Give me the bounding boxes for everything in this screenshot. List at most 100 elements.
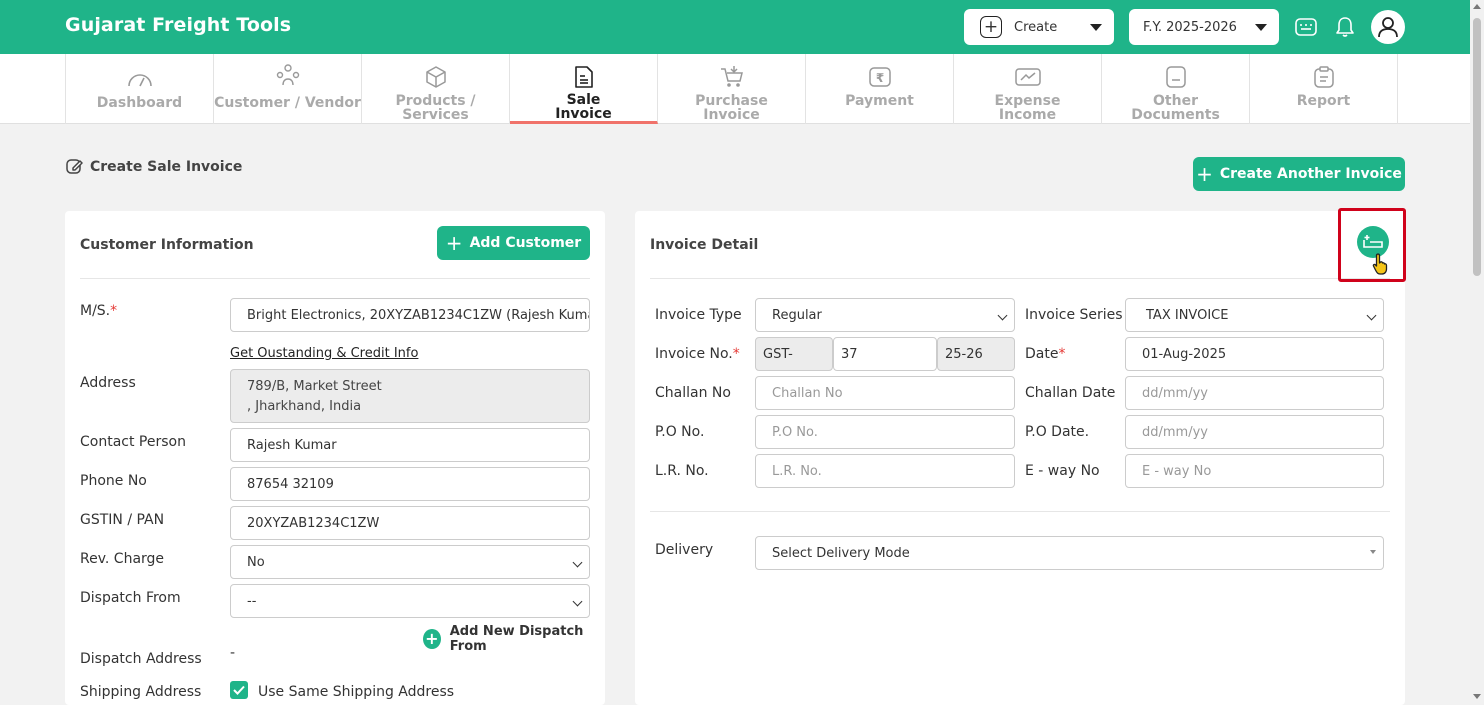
scroll-up-arrow[interactable]: [1473, 4, 1481, 9]
phone-label: Phone No: [80, 473, 147, 489]
user-avatar[interactable]: [1371, 10, 1405, 44]
dispatch-address-label: Dispatch Address: [80, 651, 202, 667]
customer-card-title: Customer Information: [80, 237, 254, 253]
caret-down-icon: [1090, 24, 1102, 31]
invoice-series-select[interactable]: TAX INVOICE: [1125, 298, 1384, 332]
nav-customer-vendor[interactable]: Customer / Vendor: [214, 54, 362, 124]
rev-charge-select[interactable]: No: [230, 545, 590, 579]
po-date-input[interactable]: dd/mm/yy: [1125, 415, 1384, 449]
delivery-label: Delivery: [655, 542, 714, 558]
same-shipping-label[interactable]: Use Same Shipping Address: [258, 684, 454, 700]
create-another-invoice-button[interactable]: + Create Another Invoice: [1193, 157, 1405, 191]
nav-label: Expense Income: [994, 93, 1061, 123]
date-input[interactable]: 01-Aug-2025: [1125, 337, 1384, 371]
invoice-icon: [573, 64, 595, 89]
nav-label: Dashboard: [96, 95, 183, 111]
invoice-type-label: Invoice Type: [655, 307, 742, 323]
page-scrollbar[interactable]: [1470, 0, 1484, 705]
scrollbar-thumb[interactable]: [1473, 18, 1481, 276]
card-divider: [650, 278, 1390, 279]
invoice-no-input[interactable]: 37: [833, 337, 937, 371]
create-dropdown[interactable]: + Create: [964, 9, 1114, 45]
invoice-card-title: Invoice Detail: [650, 237, 759, 253]
nav-label: Sale Invoice: [555, 92, 612, 122]
shipping-address-label: Shipping Address: [80, 684, 202, 700]
page-title: Create Sale Invoice: [66, 158, 242, 175]
address-label: Address: [80, 375, 136, 391]
clipboard-icon: [1313, 64, 1335, 90]
delivery-mode-select[interactable]: Select Delivery Mode: [755, 536, 1384, 570]
nav-label: Report: [1296, 93, 1351, 109]
nav-dashboard[interactable]: Dashboard: [66, 54, 214, 124]
brand-title[interactable]: Gujarat Freight Tools: [65, 14, 291, 36]
add-customer-button[interactable]: + Add Customer: [437, 226, 590, 260]
rev-charge-label: Rev. Charge: [80, 551, 165, 567]
add-dispatch-label: Add New Dispatch From: [449, 624, 584, 654]
nav-report[interactable]: Report: [1250, 54, 1398, 124]
challan-date-input[interactable]: dd/mm/yy: [1125, 376, 1384, 410]
dispatch-address-value: -: [230, 645, 236, 661]
invoice-no-suffix: 25-26: [937, 337, 1015, 371]
eway-no-label: E - way No: [1025, 463, 1100, 479]
nav-products-services[interactable]: Products / Services: [362, 54, 510, 124]
challan-no-label: Challan No: [655, 385, 731, 401]
gauge-icon: [126, 66, 154, 92]
page-title-text: Create Sale Invoice: [90, 158, 243, 175]
date-label: Date*: [1025, 346, 1066, 362]
cart-icon: [719, 64, 745, 90]
box-icon: [424, 64, 448, 90]
nav-label: Products / Services: [395, 93, 476, 123]
ms-label: M/S.*: [80, 303, 118, 319]
wallet-icon: [1014, 64, 1042, 90]
gstin-label: GSTIN / PAN: [80, 512, 165, 528]
nav-purchase-invoice[interactable]: Purchase Invoice: [658, 54, 806, 124]
challan-date-label: Challan Date: [1025, 385, 1116, 401]
edit-icon: [66, 159, 83, 174]
main-nav: Dashboard Customer / Vendor Products / S…: [0, 54, 1470, 124]
check-icon: [233, 685, 245, 695]
top-bar: Gujarat Freight Tools + Create F.Y. 2025…: [0, 0, 1470, 54]
nav-label: Customer / Vendor: [214, 95, 361, 111]
invoice-no-label: Invoice No.*: [655, 346, 740, 362]
plus-icon: +: [1196, 162, 1213, 186]
address-textarea[interactable]: 789/B, Market Street , Jharkhand, India: [230, 369, 590, 423]
plus-circle-icon: +: [423, 629, 441, 649]
caret-down-icon: [1255, 24, 1267, 31]
po-no-label: P.O No.: [655, 424, 705, 440]
invoice-detail-card: Invoice Detail Invoice Type Regular Invo…: [635, 211, 1405, 705]
create-label: Create: [1014, 19, 1058, 35]
nav-expense-income[interactable]: Expense Income: [954, 54, 1102, 124]
add-row-icon: [1363, 235, 1383, 248]
phone-input[interactable]: 87654 32109: [230, 467, 590, 501]
outstanding-credit-link[interactable]: Get Oustanding & Credit Info: [230, 346, 418, 361]
card-divider: [80, 278, 590, 279]
ms-input[interactable]: Bright Electronics, 20XYZAB1234C1ZW (Raj…: [230, 298, 590, 332]
dispatch-from-label: Dispatch From: [80, 590, 181, 606]
fiscal-year-dropdown[interactable]: F.Y. 2025-2026: [1129, 9, 1279, 45]
customer-information-card: Customer Information + Add Customer M/S.…: [65, 211, 605, 705]
invoice-type-select[interactable]: Regular: [755, 298, 1015, 332]
lr-no-input[interactable]: L.R. No.: [755, 454, 1015, 488]
gstin-input[interactable]: 20XYZAB1234C1ZW: [230, 506, 590, 540]
po-no-input[interactable]: P.O No.: [755, 415, 1015, 449]
hand-cursor-icon: [1372, 252, 1392, 280]
add-dispatch-from-button[interactable]: + Add New Dispatch From: [423, 624, 605, 654]
contact-person-input[interactable]: Rajesh Kumar: [230, 428, 590, 462]
rupee-icon: ₹: [868, 64, 892, 90]
nav-sale-invoice[interactable]: Sale Invoice: [510, 54, 658, 124]
nav-label: Payment: [845, 93, 914, 109]
po-date-label: P.O Date.: [1025, 424, 1090, 440]
plus-square-icon: +: [980, 16, 1002, 38]
add-customer-label: Add Customer: [469, 235, 582, 251]
document-icon: [1165, 64, 1187, 90]
keyboard-icon[interactable]: [1293, 14, 1319, 40]
challan-no-input[interactable]: Challan No: [755, 376, 1015, 410]
dispatch-from-select[interactable]: --: [230, 584, 590, 618]
bell-icon[interactable]: [1332, 14, 1358, 40]
eway-no-input[interactable]: E - way No: [1125, 454, 1384, 488]
nav-other-documents[interactable]: Other Documents: [1102, 54, 1250, 124]
nav-payment[interactable]: ₹ Payment: [806, 54, 954, 124]
nav-label: Other Documents: [1131, 93, 1220, 123]
same-shipping-checkbox[interactable]: [230, 681, 248, 699]
scroll-down-arrow[interactable]: [1473, 694, 1481, 699]
